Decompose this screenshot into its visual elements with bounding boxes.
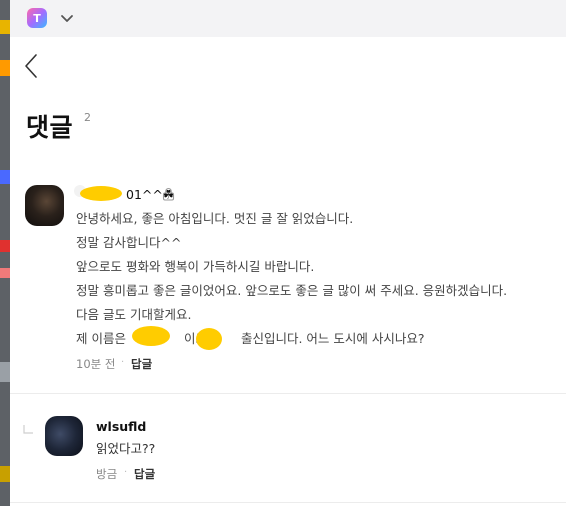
- back-arrow-icon[interactable]: [22, 53, 40, 79]
- comment-text-line: 정말 감사합니다^^: [76, 235, 182, 250]
- separator-dot: ·: [124, 467, 128, 478]
- chevron-down-icon[interactable]: [59, 10, 75, 26]
- avatar[interactable]: [45, 416, 83, 456]
- comment-text-line: 제 이름은이고,출신입니다. 어느 도시에 사시나요?: [76, 328, 425, 347]
- reply-text: 읽었다고??: [96, 441, 156, 456]
- reply-time: 방금: [96, 467, 118, 481]
- strip-mark: [0, 60, 10, 76]
- redaction-mark: [132, 326, 170, 346]
- page-title: 댓글: [26, 113, 74, 142]
- separator-dot: ·: [121, 357, 125, 368]
- comment-text-line: 다음 글도 기대할게요.: [76, 307, 192, 322]
- strip-mark: [0, 240, 10, 252]
- divider: [10, 502, 566, 503]
- comment-text-line: 안녕하세요, 좋은 아침입니다. 멋진 글 잘 읽었습니다.: [76, 211, 354, 226]
- strip-mark: [0, 268, 10, 278]
- strip-mark: [0, 466, 10, 482]
- reply-button[interactable]: 답글: [131, 356, 152, 372]
- divider: [10, 393, 566, 394]
- lock-icon: [162, 188, 175, 201]
- comment-text-part: 출신입니다. 어느 도시에 사시나요?: [240, 331, 425, 346]
- avatar[interactable]: [25, 185, 64, 226]
- comment-text-line: 앞으로도 평화와 행복이 가득하시길 바랍니다.: [76, 259, 315, 274]
- strip-mark: [0, 20, 10, 34]
- top-bar: T: [10, 0, 566, 37]
- comment-time: 10분 전: [76, 357, 116, 371]
- reply-button[interactable]: 답글: [134, 466, 155, 482]
- comment-text-line: 정말 흥미롭고 좋은 글이었어요. 앞으로도 좋은 글 많이 써 주세요. 응원…: [76, 283, 508, 298]
- comment-count: 2: [84, 111, 91, 124]
- redaction-mark: [196, 328, 222, 350]
- strip-mark: [0, 362, 10, 382]
- strip-mark: [0, 170, 10, 184]
- reply-corner-icon: [23, 425, 33, 434]
- comment-text-part: 제 이름은: [76, 331, 126, 346]
- app-logo-icon[interactable]: T: [27, 8, 47, 28]
- left-window-strip: [0, 0, 10, 506]
- reply-author[interactable]: wlsufld: [96, 419, 146, 434]
- redaction-mark: [80, 186, 122, 201]
